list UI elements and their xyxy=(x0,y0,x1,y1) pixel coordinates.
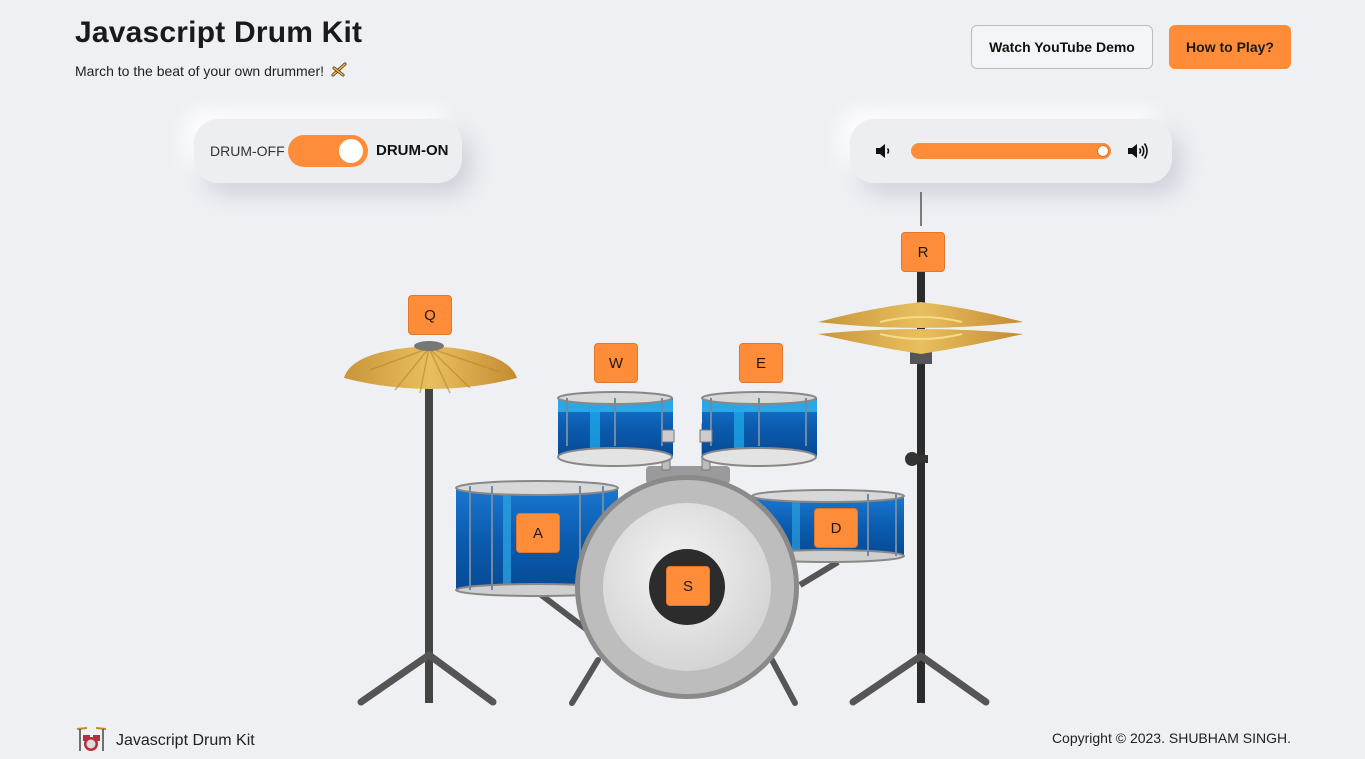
drum-key-a[interactable]: A xyxy=(516,513,560,553)
drum-key-r[interactable]: R xyxy=(901,232,945,272)
footer-brand-text: Javascript Drum Kit xyxy=(116,731,255,749)
tom-high xyxy=(557,391,675,467)
drum-kit-logo-icon xyxy=(74,724,108,757)
tom-mid xyxy=(699,391,817,467)
drum-key-s[interactable]: S xyxy=(666,566,710,606)
copyright-text: Copyright © 2023. SHUBHAM SINGH. xyxy=(1051,730,1291,746)
drum-key-d[interactable]: D xyxy=(814,508,858,548)
drum-key-w[interactable]: W xyxy=(594,343,638,383)
drum-key-q[interactable]: Q xyxy=(408,295,452,335)
footer-brand[interactable]: Javascript Drum Kit xyxy=(74,724,255,757)
drum-key-e[interactable]: E xyxy=(739,343,783,383)
drum-kit-illustration xyxy=(344,192,1023,706)
